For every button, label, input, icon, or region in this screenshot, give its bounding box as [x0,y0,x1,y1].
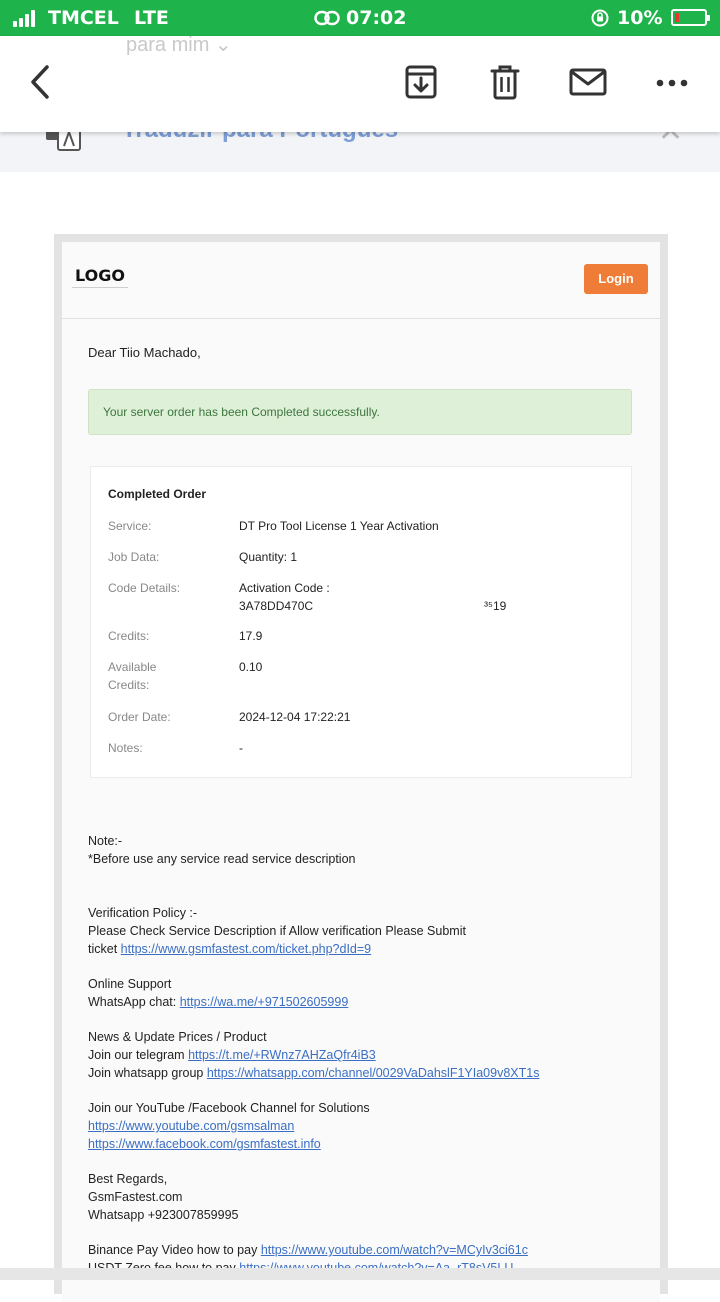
ticket-line: ticket https://www.gsmfastest.com/ticket… [88,940,648,958]
binance-prefix: Binance Pay Video how to pay [88,1243,258,1257]
news-heading: News & Update Prices / Product [88,1030,267,1044]
logo: LOGO [72,264,128,288]
translate-icon[interactable] [44,132,82,152]
email-toolbar: para mim ⌄ [0,34,720,132]
activation-code-start: 3A78DD470C [239,599,314,613]
whatsapp-chat-prefix: WhatsApp chat: [88,995,177,1009]
translate-link[interactable]: Traduzir para Português [122,132,398,144]
ticket-link[interactable]: https://www.gsmfastest.com/ticket.php?dI… [121,942,371,956]
verification-text: Please Check Service Description if Allo… [88,924,466,938]
whatsapp-number: Whatsapp +923007859995 [88,1208,239,1222]
login-button[interactable]: Login [584,264,648,294]
archive-icon[interactable] [401,62,441,102]
mail-icon[interactable] [568,62,608,102]
row-label: Credits: [108,629,150,643]
row-value: 2024-12-04 17:22:21 [239,710,351,724]
note-heading: Note:- [88,834,123,848]
youtube-heading: Join our YouTube /Facebook Channel for S… [88,1101,370,1115]
recipient-line: para mim ⌄ [126,34,232,56]
battery-percent: 10% [617,7,663,29]
ticket-prefix: ticket [88,942,118,956]
row-value: DT Pro Tool License 1 Year Activation [239,519,439,533]
company-name: GsmFastest.com [88,1190,183,1204]
greeting: Dear Tiio Machado, [88,345,201,360]
row-value: Activation Code : 3A78DD470C ³⁵19 [239,579,619,615]
telegram-line: Join our telegram https://t.me/+RWnz7AHZ… [88,1046,648,1064]
more-icon[interactable] [652,62,692,102]
row-label: Notes: [108,741,143,755]
row-value: 17.9 [239,629,263,643]
email-content: LOGO Login Dear Tiio Machado, Your serve… [62,242,660,1302]
order-title: Completed Order [108,487,207,501]
row-value: Quantity: 1 [239,550,298,564]
row-label: Code Details: [108,581,181,595]
clock: 07:02 [346,7,407,29]
row-label: Job Data: [108,550,160,564]
activation-code-end: ³⁵19 [484,599,507,613]
note-text: *Before use any service read service des… [88,852,356,866]
whatsapp-chat-line: WhatsApp chat: https://wa.me/+9715026059… [88,993,648,1011]
success-alert: Your server order has been Completed suc… [88,389,632,435]
youtube-link[interactable]: https://www.youtube.com/gsmsalman [88,1119,294,1133]
email-frame: LOGO Login Dear Tiio Machado, Your serve… [54,234,668,1302]
binance-link[interactable]: https://www.youtube.com/watch?v=MCyIv3ci… [261,1243,528,1257]
support-heading: Online Support [88,977,172,991]
email-header: LOGO Login [62,242,660,319]
whatsapp-chat-link[interactable]: https://wa.me/+971502605999 [180,995,349,1009]
trash-icon[interactable] [485,62,525,102]
carrier-name: TMCEL [48,7,119,29]
whatsapp-group-prefix: Join whatsapp group [88,1066,204,1080]
facebook-link[interactable]: https://www.facebook.com/gsmfastest.info [88,1137,321,1151]
bottom-edge [0,1268,720,1280]
link-icon [314,10,340,26]
order-card: Completed Order Service: DT Pro Tool Lic… [90,466,632,778]
row-label: Order Date: [108,710,171,724]
telegram-link[interactable]: https://t.me/+RWnz7AHZaQfr4iB3 [188,1048,376,1062]
network-type: LTE [134,7,169,29]
telegram-prefix: Join our telegram [88,1048,185,1062]
back-arrow-icon[interactable] [20,62,60,102]
row-value: - [239,741,243,755]
signal-icon [13,10,39,27]
email-notes: Note:- *Before use any service read serv… [88,832,648,1277]
whatsapp-group-link[interactable]: https://whatsapp.com/channel/0029VaDahsl… [207,1066,540,1080]
row-label: Available Credits: [108,660,157,692]
regards: Best Regards, [88,1172,168,1186]
whatsapp-group-line: Join whatsapp group https://whatsapp.com… [88,1064,648,1082]
activation-code-label: Activation Code : [239,581,330,595]
verification-heading: Verification Policy :- [88,906,198,920]
rotation-lock-icon [591,9,609,27]
battery-icon [671,9,710,26]
binance-line: Binance Pay Video how to pay https://www… [88,1241,648,1259]
close-translate-icon[interactable]: ✕ [658,132,683,149]
translate-bar: Traduzir para Português ✕ [0,132,720,172]
status-bar: TMCEL LTE 07:02 10% [0,0,720,36]
row-label: Service: [108,519,152,533]
row-value: 0.10 [239,660,263,674]
